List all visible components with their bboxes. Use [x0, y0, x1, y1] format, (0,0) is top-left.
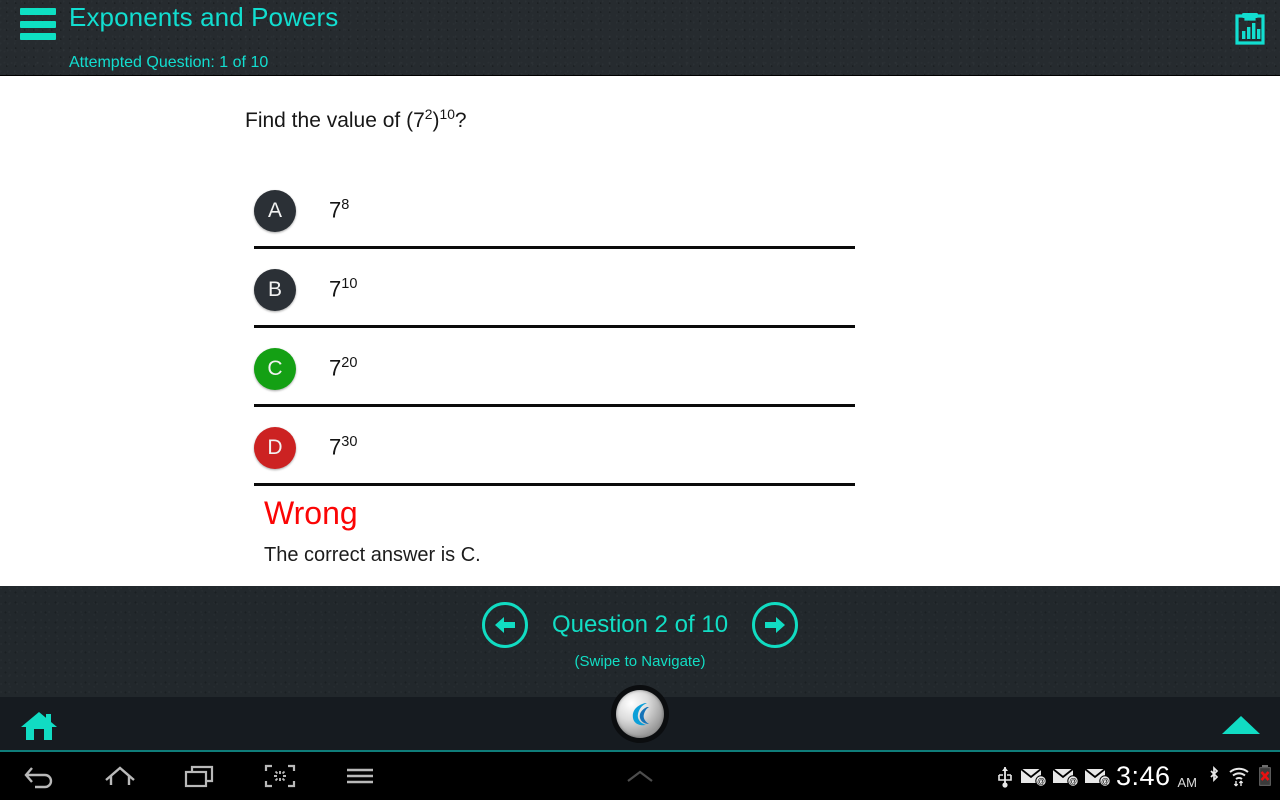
answer-option-b[interactable]: B 710: [254, 249, 855, 328]
prompt-part-3: ?: [454, 109, 467, 132]
usb-icon: [998, 767, 1012, 788]
status-clock: 3:46: [1115, 760, 1171, 791]
android-nav-buttons: [0, 752, 400, 800]
app-bottom-toolbar: [0, 685, 1280, 752]
option-base: 7: [329, 276, 342, 302]
answer-option-c[interactable]: C 720: [254, 328, 855, 407]
wifi-icon: [1229, 767, 1249, 787]
answer-option-d[interactable]: D 730: [254, 407, 855, 486]
question-counter: Question 2 of 10: [551, 611, 729, 638]
option-letter-badge: C: [254, 348, 296, 390]
battery-error-icon: [1259, 765, 1271, 786]
question-navigation-bar: Question 2 of 10 (Swipe to Navigate): [0, 586, 1280, 697]
option-text: 720: [329, 355, 357, 381]
answer-option-a[interactable]: A 78: [254, 170, 855, 249]
previous-question-button[interactable]: [481, 602, 528, 648]
option-base: 7: [329, 197, 342, 223]
option-text: 710: [329, 276, 357, 302]
app-logo-icon[interactable]: [611, 685, 669, 743]
verdict-label: Wrong: [264, 495, 358, 531]
status-clock-ampm: AM: [1177, 775, 1198, 790]
email-icon: @: [1020, 768, 1047, 787]
option-letter-badge: A: [254, 190, 296, 232]
question-prompt: Find the value of (72)10?: [245, 106, 467, 133]
prompt-exponent-2: 10: [439, 106, 455, 122]
attempted-question-status: Attempted Question: 1 of 10: [69, 54, 269, 71]
menu-icon[interactable]: [320, 752, 400, 800]
email-icon: @: [1052, 768, 1079, 787]
question-panel: Find the value of (72)10? A 78 B 710 C 720 D 73…: [0, 76, 1280, 586]
chevron-up-icon[interactable]: [600, 752, 680, 800]
clipboard-chart-icon[interactable]: [1228, 6, 1272, 50]
hamburger-menu-icon[interactable]: [20, 8, 56, 40]
triangle-up-icon[interactable]: [1219, 713, 1263, 737]
option-letter-badge: D: [254, 427, 296, 469]
svg-text:@: @: [1037, 777, 1045, 786]
screenshot-icon[interactable]: [240, 752, 320, 800]
correct-answer-note: The correct answer is C.: [264, 544, 481, 566]
option-letter-badge: B: [254, 269, 296, 311]
prompt-exponent-1: 2: [424, 106, 433, 122]
home-icon[interactable]: [19, 710, 59, 742]
next-question-button[interactable]: [752, 602, 799, 648]
android-system-bar: @ @ @ 3:46 AM: [0, 752, 1280, 800]
app-header: Exponents and Powers Attempted Question:…: [0, 0, 1280, 76]
back-icon[interactable]: [0, 752, 80, 800]
arrow-left-icon: [494, 617, 515, 633]
option-exponent: 30: [341, 434, 358, 450]
nav-row: Question 2 of 10: [0, 598, 1280, 652]
recents-icon[interactable]: [160, 752, 240, 800]
bluetooth-icon: [1210, 765, 1219, 783]
page-title: Exponents and Powers: [69, 2, 339, 32]
prompt-part-1: Find the value of (7: [245, 109, 425, 132]
option-exponent: 8: [341, 197, 350, 213]
email-icon: @: [1084, 768, 1111, 787]
arrow-right-icon: [765, 617, 786, 633]
svg-text:@: @: [1101, 777, 1109, 786]
option-base: 7: [329, 355, 342, 381]
answer-options-list: A 78 B 710 C 720 D 730: [254, 170, 855, 486]
status-icons-area: @ @ @ 3:46 AM: [995, 752, 1274, 800]
option-text: 730: [329, 434, 357, 460]
home-icon[interactable]: [80, 752, 160, 800]
svg-text:@: @: [1069, 777, 1077, 786]
option-text: 78: [329, 197, 349, 223]
option-base: 7: [329, 434, 342, 460]
wave-glyph-icon: [632, 703, 649, 726]
option-exponent: 20: [341, 355, 358, 371]
swipe-hint-label: (Swipe to Navigate): [574, 653, 706, 670]
option-exponent: 10: [341, 276, 358, 292]
app-root: Exponents and Powers Attempted Question:…: [0, 0, 1280, 800]
prompt-part-2: ): [432, 109, 440, 132]
